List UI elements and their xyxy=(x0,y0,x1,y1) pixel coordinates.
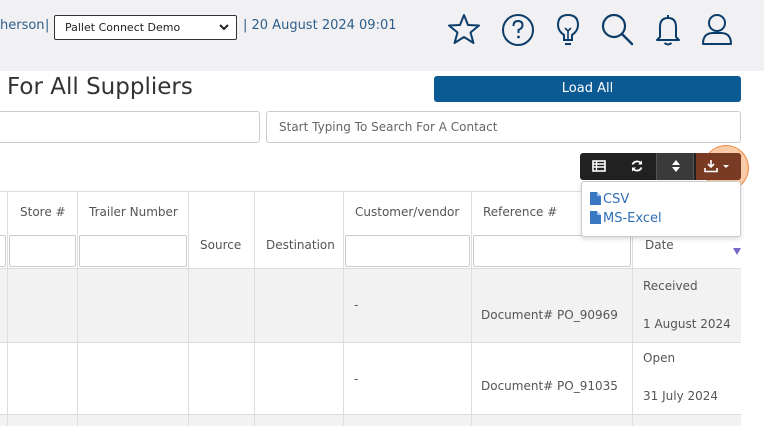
company-select[interactable]: Pallet Connect Demo xyxy=(54,15,237,40)
column-header-date[interactable]: Date xyxy=(645,238,674,252)
sort-desc-icon[interactable] xyxy=(733,248,741,255)
column-header-customer-vendor[interactable]: Customer/vendor xyxy=(355,205,459,219)
table-row[interactable] xyxy=(0,414,741,426)
column-header-destination[interactable]: Destination xyxy=(266,238,335,252)
contact-search-input[interactable]: Start Typing To Search For A Contact xyxy=(266,111,741,143)
columns-icon xyxy=(592,160,606,172)
page-title: For All Suppliers xyxy=(7,74,193,100)
user-icon[interactable] xyxy=(699,11,735,47)
divider xyxy=(77,191,78,426)
filter-input[interactable] xyxy=(0,235,6,267)
star-icon[interactable] xyxy=(446,11,482,47)
columns-button[interactable] xyxy=(580,153,618,180)
load-all-button[interactable]: Load All xyxy=(434,76,741,102)
bell-icon[interactable] xyxy=(650,11,686,47)
chevron-down-icon xyxy=(219,24,229,31)
divider xyxy=(7,191,8,426)
cell-date: 31 July 2024 xyxy=(643,389,719,403)
column-header-reference[interactable]: Reference # xyxy=(483,205,557,219)
search-input[interactable] xyxy=(0,111,260,143)
divider xyxy=(188,191,189,426)
filter-input-reference[interactable] xyxy=(473,235,631,267)
top-bar: herson | Pallet Connect Demo | 20 August… xyxy=(0,0,764,71)
export-dropdown-menu: CSV MS-Excel xyxy=(581,181,741,237)
divider xyxy=(0,268,741,269)
divider xyxy=(254,191,255,426)
cell-date: 1 August 2024 xyxy=(643,317,731,331)
help-icon[interactable] xyxy=(500,11,536,47)
divider xyxy=(343,191,344,426)
filter-input-trailer[interactable] xyxy=(79,235,187,267)
caret-down-icon xyxy=(723,165,729,168)
refresh-button[interactable] xyxy=(618,153,656,180)
lightbulb-icon[interactable] xyxy=(550,11,586,47)
download-icon xyxy=(704,160,718,173)
current-datetime: | 20 August 2024 09:01 xyxy=(243,18,397,33)
export-csv-label: CSV xyxy=(603,192,630,207)
column-header-trailer[interactable]: Trailer Number xyxy=(89,205,178,219)
column-header-store[interactable]: Store # xyxy=(20,205,66,219)
divider xyxy=(471,191,472,426)
table-row[interactable] xyxy=(0,342,741,414)
sort-button[interactable] xyxy=(656,153,694,180)
divider xyxy=(0,342,741,343)
excel-file-icon xyxy=(590,211,601,224)
export-excel-label: MS-Excel xyxy=(603,211,662,226)
cell-status: Received xyxy=(643,279,698,293)
divider xyxy=(0,414,741,415)
cell-customer-vendor: - xyxy=(354,298,359,312)
company-select-value: Pallet Connect Demo xyxy=(65,21,181,34)
csv-file-icon xyxy=(590,192,601,205)
cell-status: Open xyxy=(643,351,676,365)
cell-reference: Document# PO_91035 xyxy=(481,379,618,393)
cell-reference: Document# PO_90969 xyxy=(481,308,618,322)
filter-input-customer-vendor[interactable] xyxy=(345,235,470,267)
refresh-icon xyxy=(631,160,643,172)
column-header-source[interactable]: Source xyxy=(200,238,241,252)
search-icon[interactable] xyxy=(599,11,635,47)
export-csv-item[interactable]: CSV xyxy=(590,192,629,207)
export-button[interactable] xyxy=(696,153,741,180)
separator: | xyxy=(45,18,50,33)
export-excel-item[interactable]: MS-Excel xyxy=(590,211,662,226)
table-row[interactable] xyxy=(0,268,741,342)
filter-input-store[interactable] xyxy=(9,235,76,267)
sort-icon xyxy=(672,160,680,172)
user-name[interactable]: herson xyxy=(0,18,45,33)
cell-customer-vendor: - xyxy=(354,372,359,386)
